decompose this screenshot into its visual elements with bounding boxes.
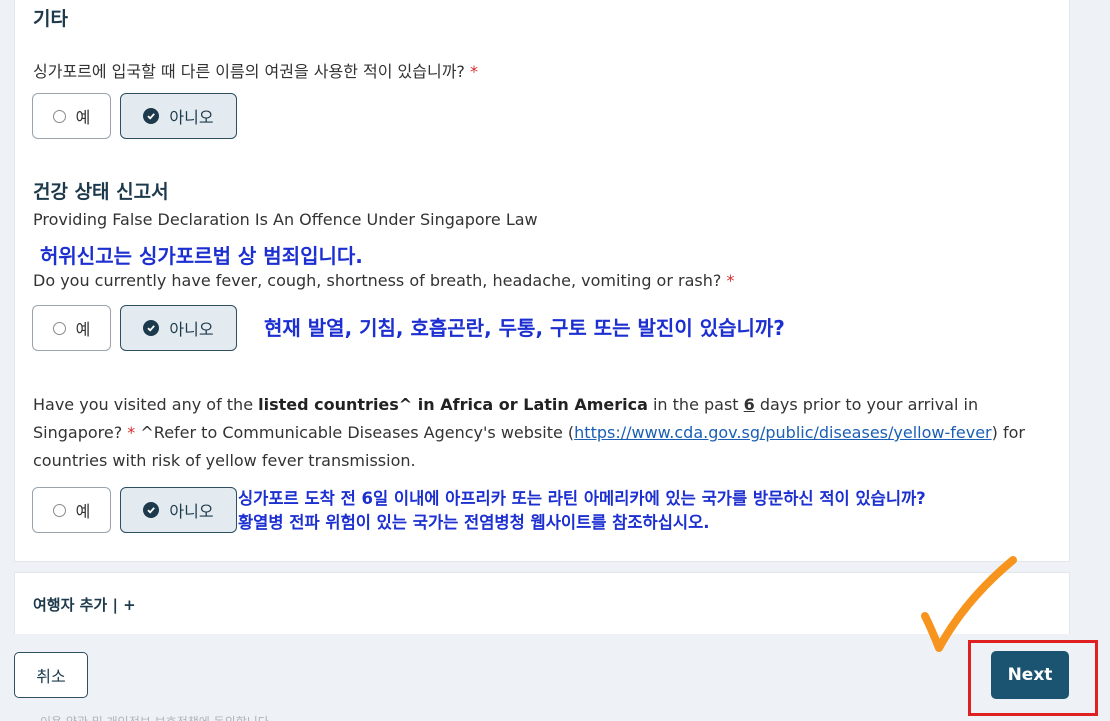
radio-empty-icon xyxy=(52,503,66,517)
question-travel-history: Have you visited any of the listed count… xyxy=(33,391,1033,475)
yes-label: 예 xyxy=(75,108,91,127)
travel-yes-button[interactable]: 예 xyxy=(32,487,111,533)
no-label: 아니오 xyxy=(169,502,214,521)
required-mark: * xyxy=(470,62,478,81)
orange-checkmark-icon xyxy=(921,556,1017,652)
yes-label: 예 xyxy=(75,502,91,521)
add-traveler-card xyxy=(14,572,1070,634)
question-text: Have you visited any of the xyxy=(33,395,259,414)
question-symptoms: Do you currently have fever, cough, shor… xyxy=(33,271,734,290)
cda-website-link[interactable]: https://www.cda.gov.sg/public/diseases/y… xyxy=(574,423,991,442)
radio-empty-icon xyxy=(52,321,66,335)
yes-label: 예 xyxy=(75,320,91,339)
question-other-passport: 싱가포르에 입국할 때 다른 이름의 여권을 사용한 적이 있습니까? * xyxy=(33,58,478,82)
check-circle-icon xyxy=(143,502,160,518)
symptoms-yes-button[interactable]: 예 xyxy=(32,305,111,351)
travel-annotation-line1: 싱가포르 도착 전 6일 이내에 아프리카 또는 라틴 아메리카에 있는 국가를… xyxy=(238,489,926,508)
question-text: 싱가포르에 입국할 때 다른 이름의 여권을 사용한 적이 있습니까? xyxy=(33,62,465,81)
symptoms-no-button[interactable]: 아니오 xyxy=(120,305,237,351)
question-text: in the past xyxy=(647,395,744,414)
travel-no-button[interactable]: 아니오 xyxy=(120,487,237,533)
section-title-health: 건강 상태 신고서 xyxy=(33,181,169,203)
symptoms-annotation: 현재 발열, 기침, 호흡곤란, 두통, 구토 또는 발진이 있습니까? xyxy=(264,316,785,340)
passport-no-button[interactable]: 아니오 xyxy=(120,93,237,139)
radio-empty-icon xyxy=(52,109,66,123)
check-circle-icon xyxy=(143,320,160,336)
question-text: Do you currently have fever, cough, shor… xyxy=(33,271,722,290)
question-bold-text: listed countries^ in Africa or Latin Ame… xyxy=(258,395,648,414)
section-title-other: 기타 xyxy=(33,8,68,30)
days-count: 6 xyxy=(743,395,755,414)
false-declaration-warning: Providing False Declaration Is An Offenc… xyxy=(33,210,538,229)
travel-annotation-line2: 황열병 전파 위험이 있는 국가는 전염병청 웹사이트를 참조하십시오. xyxy=(238,513,710,532)
passport-yes-button[interactable]: 예 xyxy=(32,93,111,139)
question-text: ^Refer to Communicable Diseases Agency's… xyxy=(135,423,575,442)
no-label: 아니오 xyxy=(169,108,214,127)
required-mark: * xyxy=(726,271,735,290)
check-circle-icon xyxy=(143,108,160,124)
no-label: 아니오 xyxy=(169,320,214,339)
cancel-button[interactable]: 취소 xyxy=(14,652,88,698)
warning-annotation: 허위신고는 싱가포르법 상 범죄입니다. xyxy=(40,244,363,268)
add-traveler-button[interactable]: 여행자 추가 | + xyxy=(33,594,136,615)
footer-faint-text: 이용 약관 및 개인정보 보호정책에 동의합니다 xyxy=(40,713,269,721)
